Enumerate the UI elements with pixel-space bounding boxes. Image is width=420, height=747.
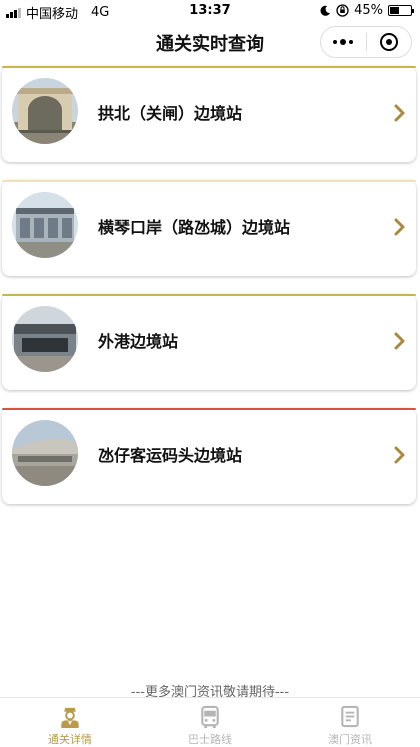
- bus-icon: [201, 705, 219, 729]
- more-dots-icon: [333, 39, 354, 45]
- tab-label: 巴士路线: [188, 733, 232, 746]
- card-accent-line: [2, 294, 416, 296]
- port-card-hengqin[interactable]: 横琴口岸（路氹城）边境站: [2, 180, 416, 276]
- battery-percent: 45%: [354, 3, 383, 18]
- tab-label: 通关详情: [48, 733, 92, 746]
- port-card-gongbei[interactable]: 拱北（关闸）边境站: [2, 66, 416, 162]
- card-accent-line: [2, 66, 416, 68]
- target-icon: [379, 33, 398, 51]
- moon-icon: [320, 5, 331, 16]
- nav-bar: 通关实时查询: [0, 22, 420, 64]
- ferry-terminal-photo: [12, 420, 78, 486]
- terminal-photo: [12, 306, 78, 372]
- card-accent-line: [2, 408, 416, 410]
- status-right: 45%: [319, 3, 414, 18]
- mini-program-capsule: [320, 26, 412, 58]
- port-label: 拱北（关闸）边境站: [98, 104, 243, 123]
- tab-clearance-details[interactable]: 通关详情: [0, 698, 140, 747]
- tab-bar: 通关详情 巴士路线 澳门资讯: [0, 697, 420, 747]
- tab-macau-news[interactable]: 澳门资讯: [280, 698, 420, 747]
- more-button[interactable]: [321, 27, 366, 57]
- chevron-right-icon: [394, 332, 405, 350]
- chevron-right-icon: [394, 218, 405, 236]
- document-icon: [341, 705, 359, 728]
- port-label: 氹仔客运码头边境站: [98, 446, 243, 465]
- tab-label: 澳门资讯: [328, 733, 372, 746]
- officer-icon: [61, 707, 79, 729]
- battery-icon: [388, 5, 414, 16]
- lock-rotation-icon: [336, 4, 349, 17]
- arch-gate-photo: [12, 78, 78, 144]
- status-bar: 中国移动 4G 13:37 45%: [0, 0, 420, 22]
- port-label: 横琴口岸（路氹城）边境站: [98, 218, 291, 237]
- building-photo: [12, 192, 78, 258]
- port-card-taipa-ferry[interactable]: 氹仔客运码头边境站: [2, 408, 416, 504]
- port-card-outer-harbour[interactable]: 外港边境站: [2, 294, 416, 390]
- port-label: 外港边境站: [98, 332, 179, 351]
- tab-bus-routes[interactable]: 巴士路线: [140, 698, 280, 747]
- chevron-right-icon: [394, 446, 405, 464]
- chevron-right-icon: [394, 104, 405, 122]
- close-button[interactable]: [367, 27, 412, 57]
- card-accent-line: [2, 180, 416, 182]
